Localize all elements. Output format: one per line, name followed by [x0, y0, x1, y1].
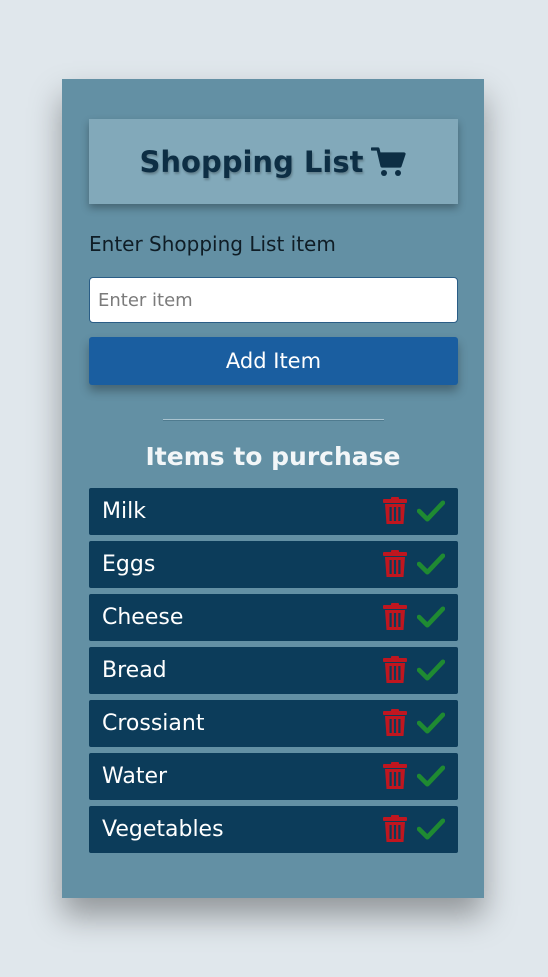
items-list: Milk Eggs Cheese Bread Crossiant Water V… — [89, 488, 458, 859]
check-icon[interactable] — [417, 659, 445, 681]
list-item: Vegetables — [89, 806, 458, 853]
check-icon[interactable] — [417, 500, 445, 522]
trash-icon[interactable] — [383, 762, 407, 790]
item-name: Bread — [102, 658, 167, 683]
list-item: Eggs — [89, 541, 458, 588]
list-item: Bread — [89, 647, 458, 694]
item-name: Water — [102, 764, 168, 789]
divider — [163, 419, 384, 421]
title-box: Shopping List — [89, 119, 458, 204]
check-icon[interactable] — [417, 765, 445, 787]
item-name: Milk — [102, 499, 146, 524]
item-input[interactable] — [89, 277, 458, 323]
shopping-list-card: Shopping List Enter Shopping List item A… — [62, 79, 484, 898]
trash-icon[interactable] — [383, 656, 407, 684]
item-input-label: Enter Shopping List item — [89, 232, 336, 256]
check-icon[interactable] — [417, 712, 445, 734]
item-name: Crossiant — [102, 711, 205, 736]
check-icon[interactable] — [417, 818, 445, 840]
list-item: Water — [89, 753, 458, 800]
cart-icon — [370, 146, 407, 178]
trash-icon[interactable] — [383, 550, 407, 578]
page-title: Shopping List — [139, 144, 364, 179]
trash-icon[interactable] — [383, 497, 407, 525]
check-icon[interactable] — [417, 606, 445, 628]
list-heading: Items to purchase — [145, 442, 401, 471]
trash-icon[interactable] — [383, 709, 407, 737]
add-item-button[interactable]: Add Item — [89, 337, 458, 385]
list-item: Milk — [89, 488, 458, 535]
list-item: Crossiant — [89, 700, 458, 747]
list-item: Cheese — [89, 594, 458, 641]
item-name: Eggs — [102, 552, 156, 577]
item-name: Cheese — [102, 605, 184, 630]
trash-icon[interactable] — [383, 603, 407, 631]
check-icon[interactable] — [417, 553, 445, 575]
trash-icon[interactable] — [383, 815, 407, 843]
item-name: Vegetables — [102, 817, 224, 842]
